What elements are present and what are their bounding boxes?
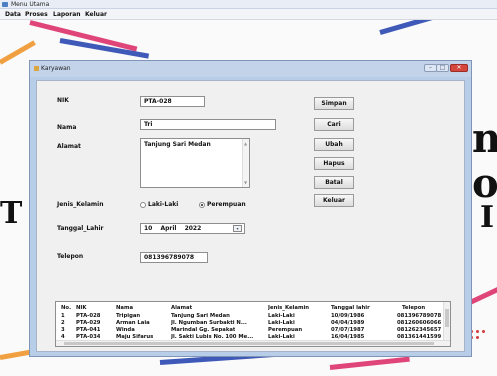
menu-proses[interactable]: Proses <box>25 11 48 18</box>
label-nama: Nama <box>57 124 77 131</box>
menu-laporan[interactable]: Laporan <box>53 11 81 18</box>
bg-stripe <box>379 20 497 35</box>
label-telepon: Telepon <box>57 253 84 260</box>
maximize-button[interactable]: □ <box>436 64 449 72</box>
close-icon: ✕ <box>456 64 462 71</box>
col-header-no[interactable]: No. <box>61 305 71 311</box>
grid-hscroll-thumb[interactable] <box>64 342 434 345</box>
bg-stripe <box>329 356 410 370</box>
karyawan-data-grid[interactable]: No. NIK Nama Alamat Jenis_Kelamin Tangga… <box>55 301 451 347</box>
alamat-field[interactable]: Tanjung Sari Medan ▲ ▼ <box>140 138 250 188</box>
date-month: April <box>160 225 177 232</box>
col-header-jenis-kelamin[interactable]: Jenis_Kelamin <box>268 305 309 311</box>
form-icon <box>34 66 39 71</box>
form-client-area: NIK Nama Alamat Jenis_Kelamin Tanggal_La… <box>36 80 465 352</box>
col-header-tanggal-lahir[interactable]: Tanggal lahir <box>331 305 370 311</box>
tanggal-lahir-picker[interactable]: 10 April 2022 ▾ <box>140 223 245 234</box>
date-day: 10 <box>144 225 153 232</box>
bg-stripe <box>468 283 497 305</box>
hapus-button[interactable]: Hapus <box>314 157 354 170</box>
batal-button[interactable]: Batal <box>314 176 354 189</box>
col-header-alamat[interactable]: Alamat <box>171 305 192 311</box>
menu-bar: Data Proses Laporan Keluar <box>0 9 497 20</box>
bg-word: nt <box>472 115 497 162</box>
bg-word: T <box>0 196 23 231</box>
radio-circle <box>140 201 146 208</box>
telepon-field[interactable]: 081396789078 <box>140 252 208 263</box>
date-year: 2022 <box>184 225 202 232</box>
label-jenis-kelamin: Jenis_Kelamin <box>57 201 104 208</box>
form-title: Karyawan <box>41 65 71 72</box>
cari-button[interactable]: Cari <box>314 118 354 131</box>
menu-data[interactable]: Data <box>5 11 21 18</box>
menu-keluar[interactable]: Keluar <box>85 11 107 18</box>
calendar-dropdown-icon[interactable]: ▾ <box>233 225 242 232</box>
main-title-bar: Menu Utama <box>0 0 497 9</box>
col-header-nik[interactable]: NIK <box>76 305 87 311</box>
label-alamat: Alamat <box>57 143 81 150</box>
grid-header-row: No. NIK Nama Alamat Jenis_Kelamin Tangga… <box>56 304 444 312</box>
app-icon <box>2 2 8 7</box>
label-tanggal-lahir: Tanggal_Lahir <box>57 225 104 232</box>
bg-word: I <box>480 200 495 235</box>
scroll-up-icon: ▲ <box>244 141 248 146</box>
label-nik: NIK <box>57 97 69 104</box>
radio-perempuan[interactable]: Perempuan <box>199 201 246 208</box>
col-header-telepon[interactable]: Telepon <box>402 305 425 311</box>
radio-label: Laki-Laki <box>148 201 179 208</box>
alamat-scrollbar[interactable]: ▲ ▼ <box>242 139 249 187</box>
radio-label: Perempuan <box>207 201 246 208</box>
main-window-title: Menu Utama <box>11 1 50 8</box>
simpan-button[interactable]: Simpan <box>314 97 354 110</box>
close-button[interactable]: ✕ <box>450 64 468 72</box>
form-title-bar: Karyawan – □ ✕ <box>30 61 471 77</box>
alamat-text: Tanjung Sari Medan <box>144 141 211 148</box>
keluar-button[interactable]: Keluar <box>314 194 354 207</box>
col-header-nama[interactable]: Nama <box>116 305 133 311</box>
grid-horizontal-scrollbar[interactable] <box>56 340 450 346</box>
grid-scroll-thumb[interactable] <box>445 309 449 327</box>
ubah-button[interactable]: Ubah <box>314 138 354 151</box>
radio-circle-selected <box>199 201 205 208</box>
grid-vertical-scrollbar[interactable] <box>443 302 450 340</box>
nama-field[interactable]: Tri <box>140 119 276 130</box>
minimize-icon: – <box>429 64 432 71</box>
scroll-down-icon: ▼ <box>244 180 248 185</box>
maximize-icon: □ <box>439 64 446 71</box>
nik-field[interactable]: PTA-028 <box>140 96 205 107</box>
karyawan-window: Karyawan – □ ✕ NIK Nama Alamat Jenis_Kel… <box>29 60 472 357</box>
radio-laki-laki[interactable]: Laki-Laki <box>140 201 178 208</box>
